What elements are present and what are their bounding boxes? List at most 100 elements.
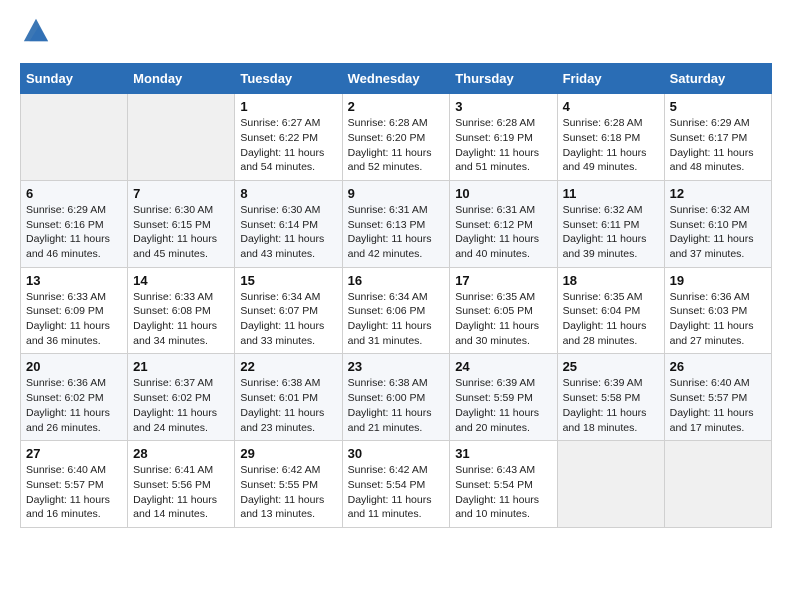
day-cell: 9 Sunrise: 6:31 AM Sunset: 6:13 PM Daylig…: [342, 180, 450, 267]
day-cell: 24 Sunrise: 6:39 AM Sunset: 5:59 PM Dayli…: [450, 354, 557, 441]
day-cell: 26 Sunrise: 6:40 AM Sunset: 5:57 PM Dayli…: [664, 354, 771, 441]
day-info: Sunrise: 6:31 AM Sunset: 6:13 PM Dayligh…: [348, 203, 445, 262]
day-info: Sunrise: 6:39 AM Sunset: 5:59 PM Dayligh…: [455, 376, 551, 435]
day-info: Sunrise: 6:27 AM Sunset: 6:22 PM Dayligh…: [240, 116, 336, 175]
day-info: Sunrise: 6:33 AM Sunset: 6:09 PM Dayligh…: [26, 290, 122, 349]
day-info: Sunrise: 6:30 AM Sunset: 6:14 PM Dayligh…: [240, 203, 336, 262]
day-info: Sunrise: 6:36 AM Sunset: 6:03 PM Dayligh…: [670, 290, 766, 349]
day-number: 18: [563, 273, 659, 288]
day-cell: 1Sunrise: 6:27 AM Sunset: 6:22 PM Daylig…: [235, 94, 342, 181]
day-cell: 12 Sunrise: 6:32 AM Sunset: 6:10 PM Dayli…: [664, 180, 771, 267]
day-number: 12: [670, 186, 766, 201]
day-cell: 29 Sunrise: 6:42 AM Sunset: 5:55 PM Dayli…: [235, 441, 342, 528]
day-cell: [557, 441, 664, 528]
calendar-table: SundayMondayTuesdayWednesdayThursdayFrid…: [20, 63, 772, 528]
day-cell: 5Sunrise: 6:29 AM Sunset: 6:17 PM Daylig…: [664, 94, 771, 181]
day-number: 19: [670, 273, 766, 288]
day-cell: 16Sunrise: 6:34 AM Sunset: 6:06 PM Dayli…: [342, 267, 450, 354]
day-info: Sunrise: 6:34 AM Sunset: 6:06 PM Dayligh…: [348, 290, 445, 349]
day-number: 24: [455, 359, 551, 374]
day-info: Sunrise: 6:28 AM Sunset: 6:20 PM Dayligh…: [348, 116, 445, 175]
day-number: 14: [133, 273, 229, 288]
day-cell: 7 Sunrise: 6:30 AM Sunset: 6:15 PM Daylig…: [128, 180, 235, 267]
day-cell: 22 Sunrise: 6:38 AM Sunset: 6:01 PM Dayli…: [235, 354, 342, 441]
logo-icon: [22, 16, 50, 44]
day-cell: 25 Sunrise: 6:39 AM Sunset: 5:58 PM Dayli…: [557, 354, 664, 441]
day-number: 23: [348, 359, 445, 374]
day-number: 15: [240, 273, 336, 288]
day-header-saturday: Saturday: [664, 64, 771, 94]
day-cell: 2 Sunrise: 6:28 AM Sunset: 6:20 PM Daylig…: [342, 94, 450, 181]
day-cell: 4 Sunrise: 6:28 AM Sunset: 6:18 PM Daylig…: [557, 94, 664, 181]
day-info: Sunrise: 6:38 AM Sunset: 6:01 PM Dayligh…: [240, 376, 336, 435]
day-cell: 27 Sunrise: 6:40 AM Sunset: 5:57 PM Dayli…: [21, 441, 128, 528]
day-info: Sunrise: 6:28 AM Sunset: 6:18 PM Dayligh…: [563, 116, 659, 175]
week-row-4: 20Sunrise: 6:36 AM Sunset: 6:02 PM Dayli…: [21, 354, 772, 441]
day-cell: [21, 94, 128, 181]
day-number: 31: [455, 446, 551, 461]
day-info: Sunrise: 6:35 AM Sunset: 6:04 PM Dayligh…: [563, 290, 659, 349]
day-info: Sunrise: 6:42 AM Sunset: 5:54 PM Dayligh…: [348, 463, 445, 522]
day-number: 27: [26, 446, 122, 461]
day-info: Sunrise: 6:35 AM Sunset: 6:05 PM Dayligh…: [455, 290, 551, 349]
day-number: 3: [455, 99, 551, 114]
day-cell: 23 Sunrise: 6:38 AM Sunset: 6:00 PM Dayli…: [342, 354, 450, 441]
day-info: Sunrise: 6:29 AM Sunset: 6:16 PM Dayligh…: [26, 203, 122, 262]
day-number: 25: [563, 359, 659, 374]
day-info: Sunrise: 6:30 AM Sunset: 6:15 PM Dayligh…: [133, 203, 229, 262]
day-info: Sunrise: 6:32 AM Sunset: 6:11 PM Dayligh…: [563, 203, 659, 262]
day-number: 21: [133, 359, 229, 374]
day-header-monday: Monday: [128, 64, 235, 94]
day-info: Sunrise: 6:36 AM Sunset: 6:02 PM Dayligh…: [26, 376, 122, 435]
day-cell: 28Sunrise: 6:41 AM Sunset: 5:56 PM Dayli…: [128, 441, 235, 528]
day-cell: 10Sunrise: 6:31 AM Sunset: 6:12 PM Dayli…: [450, 180, 557, 267]
day-number: 11: [563, 186, 659, 201]
day-number: 8: [240, 186, 336, 201]
week-row-2: 6 Sunrise: 6:29 AM Sunset: 6:16 PM Daylig…: [21, 180, 772, 267]
day-cell: [664, 441, 771, 528]
day-header-thursday: Thursday: [450, 64, 557, 94]
day-info: Sunrise: 6:38 AM Sunset: 6:00 PM Dayligh…: [348, 376, 445, 435]
day-info: Sunrise: 6:37 AM Sunset: 6:02 PM Dayligh…: [133, 376, 229, 435]
day-number: 9: [348, 186, 445, 201]
week-row-1: 1Sunrise: 6:27 AM Sunset: 6:22 PM Daylig…: [21, 94, 772, 181]
day-number: 6: [26, 186, 122, 201]
day-cell: 14 Sunrise: 6:33 AM Sunset: 6:08 PM Dayli…: [128, 267, 235, 354]
day-number: 4: [563, 99, 659, 114]
day-number: 26: [670, 359, 766, 374]
day-number: 10: [455, 186, 551, 201]
day-info: Sunrise: 6:40 AM Sunset: 5:57 PM Dayligh…: [26, 463, 122, 522]
week-row-3: 13 Sunrise: 6:33 AM Sunset: 6:09 PM Dayli…: [21, 267, 772, 354]
day-cell: 20Sunrise: 6:36 AM Sunset: 6:02 PM Dayli…: [21, 354, 128, 441]
day-number: 7: [133, 186, 229, 201]
week-row-5: 27 Sunrise: 6:40 AM Sunset: 5:57 PM Dayli…: [21, 441, 772, 528]
day-number: 13: [26, 273, 122, 288]
day-info: Sunrise: 6:29 AM Sunset: 6:17 PM Dayligh…: [670, 116, 766, 175]
day-info: Sunrise: 6:41 AM Sunset: 5:56 PM Dayligh…: [133, 463, 229, 522]
day-header-wednesday: Wednesday: [342, 64, 450, 94]
day-info: Sunrise: 6:33 AM Sunset: 6:08 PM Dayligh…: [133, 290, 229, 349]
day-info: Sunrise: 6:40 AM Sunset: 5:57 PM Dayligh…: [670, 376, 766, 435]
day-number: 17: [455, 273, 551, 288]
day-number: 30: [348, 446, 445, 461]
day-cell: 11 Sunrise: 6:32 AM Sunset: 6:11 PM Dayli…: [557, 180, 664, 267]
day-cell: 17 Sunrise: 6:35 AM Sunset: 6:05 PM Dayli…: [450, 267, 557, 354]
day-header-tuesday: Tuesday: [235, 64, 342, 94]
day-info: Sunrise: 6:42 AM Sunset: 5:55 PM Dayligh…: [240, 463, 336, 522]
day-number: 2: [348, 99, 445, 114]
day-number: 22: [240, 359, 336, 374]
day-cell: 30 Sunrise: 6:42 AM Sunset: 5:54 PM Dayli…: [342, 441, 450, 528]
day-number: 29: [240, 446, 336, 461]
day-header-friday: Friday: [557, 64, 664, 94]
day-info: Sunrise: 6:32 AM Sunset: 6:10 PM Dayligh…: [670, 203, 766, 262]
day-cell: 21 Sunrise: 6:37 AM Sunset: 6:02 PM Dayli…: [128, 354, 235, 441]
day-cell: 15Sunrise: 6:34 AM Sunset: 6:07 PM Dayli…: [235, 267, 342, 354]
day-cell: 18 Sunrise: 6:35 AM Sunset: 6:04 PM Dayli…: [557, 267, 664, 354]
day-header-sunday: Sunday: [21, 64, 128, 94]
logo: [20, 20, 50, 47]
day-cell: 19 Sunrise: 6:36 AM Sunset: 6:03 PM Dayli…: [664, 267, 771, 354]
day-info: Sunrise: 6:39 AM Sunset: 5:58 PM Dayligh…: [563, 376, 659, 435]
day-cell: [128, 94, 235, 181]
day-cell: 6 Sunrise: 6:29 AM Sunset: 6:16 PM Daylig…: [21, 180, 128, 267]
logo-text: [20, 20, 50, 53]
